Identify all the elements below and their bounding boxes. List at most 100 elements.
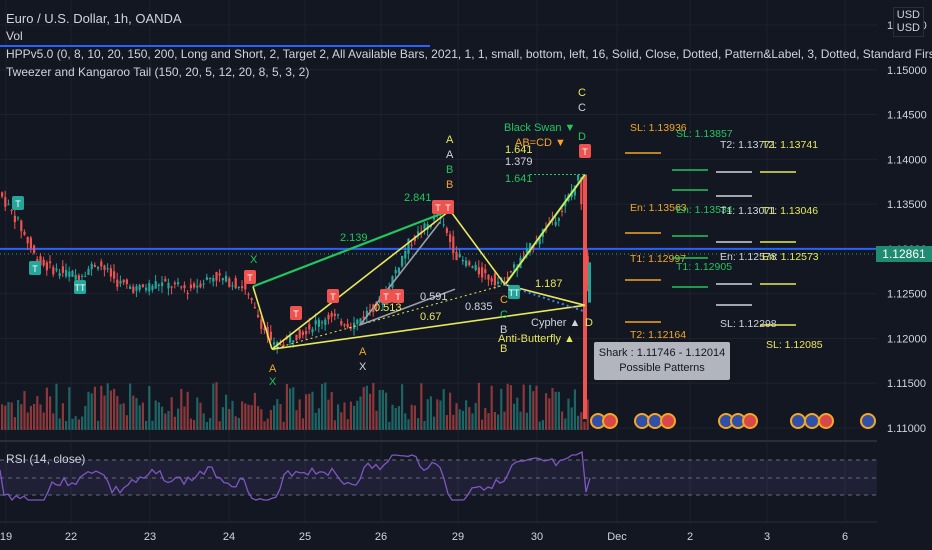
candle-body: [305, 331, 308, 335]
volume-bar: [87, 391, 90, 430]
candle-body: [177, 282, 180, 285]
volume-bar: [231, 400, 234, 430]
candle-body: [311, 329, 314, 333]
volume-bar: [209, 418, 212, 430]
volume-bar: [65, 421, 68, 430]
candle-body: [183, 285, 186, 289]
candle-body: [497, 281, 500, 284]
volume-bar: [193, 419, 196, 430]
candle-body: [65, 269, 68, 277]
volume-bar: [580, 412, 583, 430]
candle-body: [138, 285, 141, 290]
currency-selector[interactable]: USD USD: [892, 7, 924, 37]
volume-bar: [279, 404, 282, 430]
candle-body: [289, 335, 292, 343]
candle-body: [42, 259, 45, 266]
volume-bar: [391, 404, 394, 430]
candle-body: [221, 278, 224, 281]
volume-bar: [244, 403, 247, 430]
volume-bar: [455, 403, 458, 430]
candle-body: [461, 259, 464, 262]
x-tick-label: 24: [223, 531, 235, 543]
volume-bar: [20, 404, 23, 430]
signal-marker-text: T: [330, 292, 336, 302]
volume-bar: [148, 385, 151, 430]
candle-body: [77, 275, 80, 280]
volume-bar: [266, 418, 269, 430]
volume-bar: [305, 394, 308, 430]
candle-body: [113, 271, 116, 279]
candle-body: [218, 273, 221, 276]
candle-body: [74, 274, 77, 280]
volume-bar: [497, 414, 500, 430]
candle-body: [196, 285, 199, 288]
volume-bar: [311, 391, 314, 430]
candle-body: [129, 286, 132, 289]
candle-body: [269, 331, 272, 341]
candle-body: [314, 320, 317, 325]
volume-bar: [420, 383, 423, 430]
candle-body: [151, 285, 154, 290]
volume-bar: [119, 404, 122, 430]
volume-bar: [186, 391, 189, 430]
y-tick-label: 1.14000: [887, 154, 927, 166]
volume-bar: [468, 407, 471, 430]
candle-body: [327, 314, 330, 320]
volume-bar: [1, 404, 4, 430]
point-label-x: X: [250, 254, 258, 266]
volume-bar: [509, 385, 512, 430]
volume-bar: [145, 420, 148, 430]
candle-body: [148, 283, 151, 292]
signal-marker-text: TT: [509, 288, 520, 298]
candle-body: [465, 260, 468, 267]
volume-bar: [417, 418, 420, 430]
candle-body: [161, 282, 164, 287]
candle-body: [209, 277, 212, 280]
volume-bar: [337, 404, 340, 430]
volume-bar: [241, 401, 244, 430]
volume-bar: [295, 410, 298, 430]
possible-patterns-tooltip: Shark : 1.11746 - 1.12014 Possible Patte…: [594, 342, 730, 380]
candle-body: [279, 344, 282, 346]
candle-body: [170, 286, 173, 288]
candle-body: [49, 261, 52, 264]
volume-bar: [378, 390, 381, 430]
event-coin-inner: [649, 415, 661, 427]
volume-bar: [103, 395, 106, 430]
volume-bar: [449, 392, 452, 430]
event-coin-inner: [820, 415, 832, 427]
candle-body: [58, 273, 61, 276]
volume-bar: [125, 415, 128, 430]
rsi-legend[interactable]: RSI (14, close): [6, 451, 85, 467]
volume-bar: [68, 387, 71, 430]
volume-bar: [260, 409, 263, 430]
signal-marker-text: T: [582, 147, 588, 157]
volume-bar: [519, 411, 522, 430]
volume-bar: [122, 403, 125, 430]
volume-bar: [129, 383, 132, 430]
volume-bar: [13, 417, 16, 430]
candle-body: [292, 340, 295, 343]
candle-body: [356, 319, 359, 324]
volume-bar: [465, 400, 468, 430]
volume-bar: [289, 388, 292, 430]
event-coin-inner: [744, 415, 756, 427]
tweezer-indicator-legend[interactable]: Tweezer and Kangaroo Tail (150, 20, 5, 1…: [6, 64, 309, 80]
volume-bar: [522, 384, 525, 430]
volume-bar: [340, 412, 343, 430]
volume-bar: [375, 410, 378, 430]
volume-bar: [141, 402, 144, 430]
candle-body: [410, 244, 413, 246]
price-chart[interactable]: SL: 1.13936SL: 1.13857T2: 1.13771T2: 1.1…: [0, 0, 932, 550]
volume-bar: [39, 404, 42, 430]
candle-body: [225, 275, 228, 282]
volume-legend[interactable]: Vol: [6, 28, 23, 44]
level-label: SL: 1.12298: [720, 318, 777, 330]
hpp-indicator-legend[interactable]: HPPv5.0 (0, 8, 10, 20, 150, 200, Long an…: [6, 46, 932, 62]
volume-bar: [23, 391, 26, 430]
volume-bar: [170, 397, 173, 430]
candle-body: [93, 264, 96, 267]
volume-bar: [7, 402, 10, 430]
x-tick-label: 6: [842, 531, 848, 543]
candle-body: [33, 245, 36, 254]
